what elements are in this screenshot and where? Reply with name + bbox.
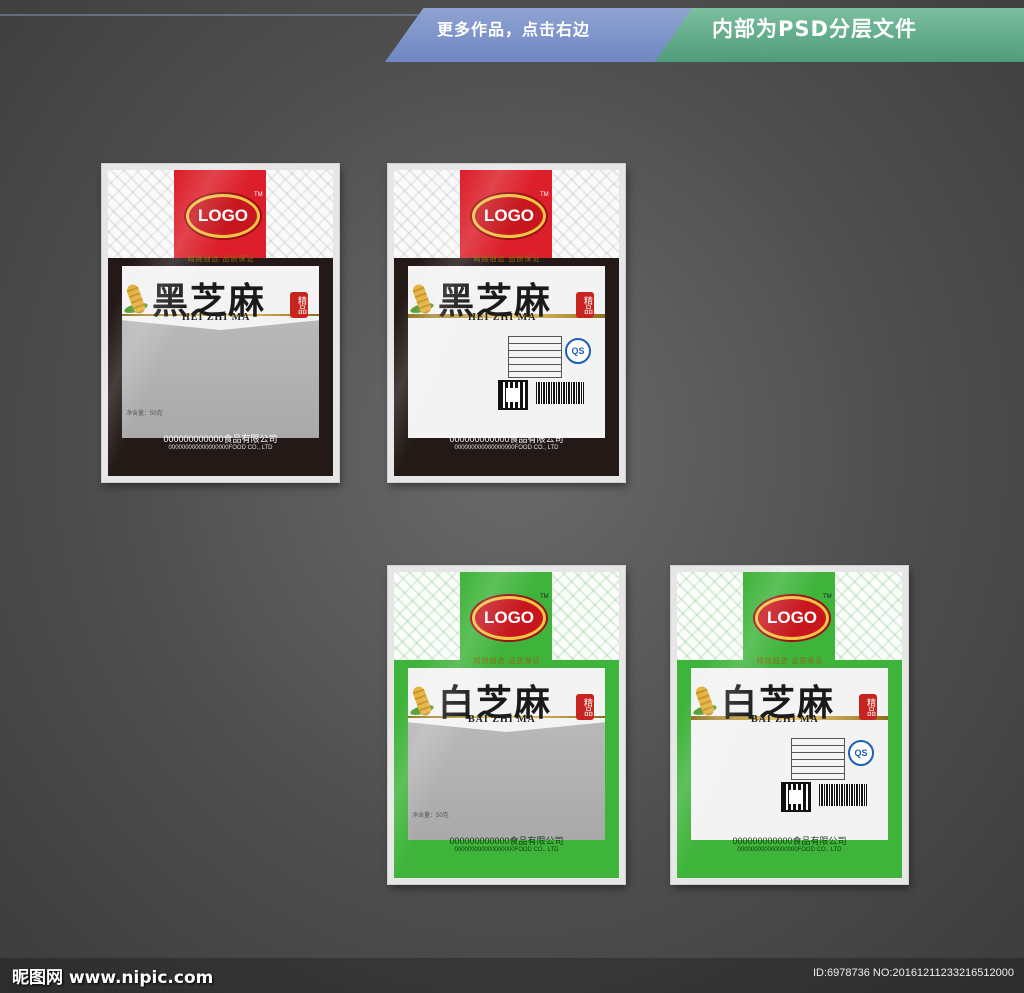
slogan: 精挑细选 品质保证 [473,658,541,665]
product-info-block [418,334,504,342]
slogan: 精挑细选 品质保证 [187,256,255,263]
company-name-en: 000000000000000000FOOD CO., LTD [454,445,559,451]
brand-logo: LOGO [186,194,260,238]
brand-logo: LOGO [472,194,546,238]
product-pinyin: BAI ZHI MA [468,714,536,725]
premium-seal: 精品 [290,292,308,318]
product-window [408,720,605,840]
product-pinyin: HEI ZHI MA [468,312,537,323]
qr-code [781,782,811,812]
premium-seal: 精品 [859,694,877,720]
qs-certification-icon: QS [848,740,874,766]
site-watermark: 昵图网 www.nipic.com [12,968,214,988]
package-black-front: LOGO TM 精挑细选 品质保证 黑芝麻 HEI ZHI MA 精品 净含量：… [102,164,339,482]
trademark-mark: TM [823,594,832,600]
premium-seal: 精品 [576,694,594,720]
psd-layers-label[interactable]: 内部为PSD分层文件 [712,13,917,43]
slogan: 精挑细选 品质保证 [473,256,541,263]
barcode [819,784,867,806]
brand-logo: LOGO [472,596,546,640]
company-name-cn: 000000000000食品有限公司 [449,836,564,846]
nutrition-table [791,738,845,780]
company-name-en: 000000000000000000FOOD CO., LTD [168,445,273,451]
slogan: 精挑细选 品质保证 [756,658,824,665]
barcode [536,382,584,404]
brand-logo: LOGO [755,596,829,640]
qs-certification-icon: QS [565,338,591,364]
package-green-back: LOGO TM 精挑细选 品质保证 白芝麻 BAI ZHI MA 精品 QS 0… [671,566,908,884]
qr-code [498,380,528,410]
product-info-block [701,736,787,744]
company-name-en: 000000000000000000FOOD CO., LTD [454,847,559,853]
company-name-cn: 000000000000食品有限公司 [163,434,278,444]
package-green-front: LOGO TM 精挑细选 品质保证 白芝麻 BAI ZHI MA 精品 净含量：… [388,566,625,884]
image-id: ID:6978736 NO:20161211233216512000 [812,967,1014,979]
company-name-cn: 000000000000食品有限公司 [449,434,564,444]
product-pinyin: HEI ZHI MA [182,312,251,323]
company-name-cn: 000000000000食品有限公司 [732,836,847,846]
nutrition-table [508,336,562,378]
company-name-en: 000000000000000000FOOD CO., LTD [737,847,842,853]
more-works-label[interactable]: 更多作品，点击右边 [437,16,590,40]
premium-seal: 精品 [576,292,594,318]
package-black-back: LOGO TM 精挑细选 品质保证 黑芝麻 HEI ZHI MA 精品 QS 0… [388,164,625,482]
trademark-mark: TM [254,192,263,198]
product-pinyin: BAI ZHI MA [751,714,819,725]
trademark-mark: TM [540,594,549,600]
net-weight: 净含量：50克 [126,411,163,417]
product-window [122,318,319,438]
net-weight: 净含量：50克 [412,813,449,819]
trademark-mark: TM [540,192,549,198]
